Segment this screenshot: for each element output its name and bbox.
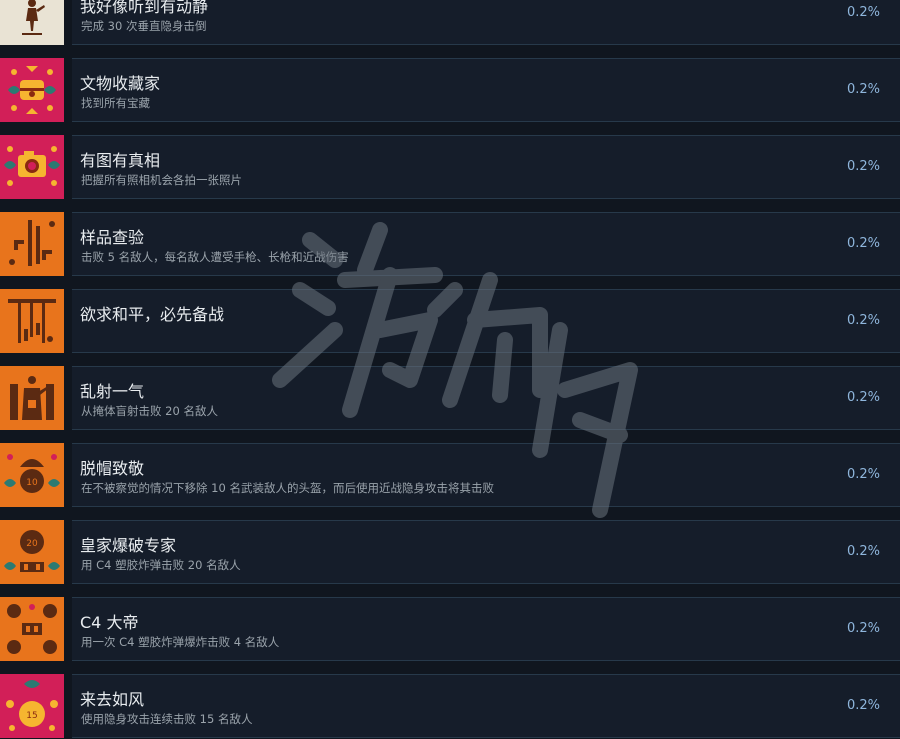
achievement-row[interactable]: 文物收藏家 找到所有宝藏 0.2% [0,58,900,122]
achievement-description: 击败 5 名敌人，每名敌人遭受手枪、长枪和近战伤害 [81,250,349,264]
unlock-percentage: 0.2% [846,544,880,559]
achievement-row[interactable]: 15 来去如风 使用隐身攻击连续击败 15 名敌人 0.2% [0,674,900,738]
treasure-chest-icon [0,58,64,122]
achievement-title: 来去如风 [80,690,145,709]
achievement-title: 文物收藏家 [80,74,161,93]
achievement-panel: 我好像听到有动静 完成 30 次垂直隐身击倒 0.2% [72,0,900,45]
unlock-percentage: 0.2% [846,467,880,482]
assassin-figure-icon [0,0,64,45]
unlock-percentage: 0.2% [846,5,880,20]
achievement-title: 脱帽致敬 [80,459,145,478]
achievement-panel: 文物收藏家 找到所有宝藏 0.2% [72,58,900,122]
achievement-panel: 有图有真相 把握所有照相机会各拍一张照片 0.2% [72,135,900,199]
achievement-row[interactable]: 10 脱帽致敬 在不被察觉的情况下移除 10 名武装敌人的头盔，而后使用近战隐身… [0,443,900,507]
unlock-percentage: 0.2% [846,698,880,713]
unlock-percentage: 0.2% [846,313,880,328]
blind-fire-icon [0,366,64,430]
achievement-row[interactable]: 乱射一气 从掩体盲射击败 20 名敌人 0.2% [0,366,900,430]
unlock-percentage: 0.2% [846,159,880,174]
achievement-title: 样品查验 [80,228,145,247]
achievement-row[interactable]: 样品查验 击败 5 名敌人，每名敌人遭受手枪、长枪和近战伤害 0.2% [0,212,900,276]
achievement-title: 皇家爆破专家 [80,536,177,555]
skull-15-icon: 15 [0,674,64,738]
achievement-description: 用 C4 塑胶炸弹击败 20 名敌人 [81,558,241,572]
icon-number: 15 [26,711,37,721]
unlock-percentage: 0.2% [846,621,880,636]
achievement-title: 有图有真相 [80,151,161,170]
achievement-panel: 脱帽致敬 在不被察觉的情况下移除 10 名武装敌人的头盔，而后使用近战隐身攻击将… [72,443,900,507]
unlock-percentage: 0.2% [846,236,880,251]
achievement-panel: 皇家爆破专家 用 C4 塑胶炸弹击败 20 名敌人 0.2% [72,520,900,584]
achievement-description: 完成 30 次垂直隐身击倒 [81,19,207,33]
icon-number: 20 [26,539,38,549]
achievement-panel: 样品查验 击败 5 名敌人，每名敌人遭受手枪、长枪和近战伤害 0.2% [72,212,900,276]
skull-20-icon: 20 [0,520,64,584]
achievement-title: 我好像听到有动静 [80,0,209,16]
achievement-title: 欲求和平，必先备战 [80,305,225,324]
unlock-percentage: 0.2% [846,82,880,97]
achievement-description: 在不被察觉的情况下移除 10 名武装敌人的头盔，而后使用近战隐身攻击将其击败 [81,481,494,495]
achievement-title: C4 大帝 [80,613,139,632]
achievement-row[interactable]: 欲求和平，必先备战 0.2% [0,289,900,353]
achievement-row[interactable]: 20 皇家爆破专家 用 C4 塑胶炸弹击败 20 名敌人 0.2% [0,520,900,584]
achievement-panel: 乱射一气 从掩体盲射击败 20 名敌人 0.2% [72,366,900,430]
achievement-panel: 欲求和平，必先备战 0.2% [72,289,900,353]
four-skulls-icon [0,597,64,661]
unlock-percentage: 0.2% [846,390,880,405]
achievement-row[interactable]: 我好像听到有动静 完成 30 次垂直隐身击倒 0.2% [0,0,900,45]
helmet-skull-icon: 10 [0,443,64,507]
camera-icon [0,135,64,199]
achievement-row[interactable]: C4 大帝 用一次 C4 塑胶炸弹爆炸击败 4 名敌人 0.2% [0,597,900,661]
weapons-icon [0,212,64,276]
weapon-rack-icon [0,289,64,353]
achievement-list: 我好像听到有动静 完成 30 次垂直隐身击倒 0.2% 文物收藏家 找到所有宝藏… [0,0,900,739]
achievement-panel: 来去如风 使用隐身攻击连续击败 15 名敌人 0.2% [72,674,900,738]
achievement-panel: C4 大帝 用一次 C4 塑胶炸弹爆炸击败 4 名敌人 0.2% [72,597,900,661]
achievement-description: 用一次 C4 塑胶炸弹爆炸击败 4 名敌人 [81,635,280,649]
achievement-description: 使用隐身攻击连续击败 15 名敌人 [81,712,253,726]
icon-number: 10 [26,478,38,488]
achievement-row[interactable]: 有图有真相 把握所有照相机会各拍一张照片 0.2% [0,135,900,199]
achievement-description: 找到所有宝藏 [81,96,150,110]
achievement-description: 从掩体盲射击败 20 名敌人 [81,404,218,418]
achievement-title: 乱射一气 [80,382,145,401]
achievement-description: 把握所有照相机会各拍一张照片 [81,173,242,187]
